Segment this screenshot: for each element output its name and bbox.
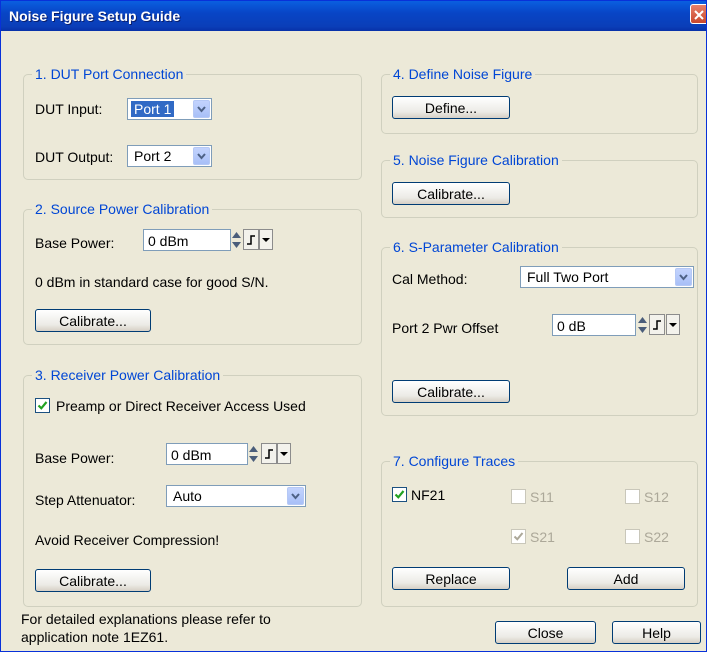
- dut-input-value: Port 1: [131, 101, 175, 117]
- spin-updown-icon[interactable]: [231, 230, 242, 250]
- pwr-offset-value: 0 dB: [557, 318, 586, 334]
- s-parameter-calibrate-button[interactable]: Calibrate...: [392, 380, 510, 403]
- dropdown-button[interactable]: [287, 487, 304, 505]
- dut-output-select[interactable]: Port 2: [127, 145, 212, 167]
- trace-nf21-label[interactable]: NF21: [411, 487, 445, 503]
- checkmark-icon: [513, 532, 524, 541]
- dut-input-select[interactable]: Port 1: [127, 98, 212, 120]
- trace-s21-checkbox[interactable]: [511, 529, 526, 544]
- trace-s22-label[interactable]: S22: [644, 529, 669, 545]
- step-dropdown-button[interactable]: [259, 229, 273, 250]
- step-button[interactable]: [649, 314, 665, 335]
- group-title: 5. Noise Figure Calibration: [390, 152, 562, 168]
- pwr-offset-spinbox[interactable]: 0 dB: [552, 314, 695, 336]
- step-dropdown-button[interactable]: [277, 443, 291, 464]
- receiver-calibrate-button[interactable]: Calibrate...: [35, 569, 151, 592]
- receiver-base-power-field[interactable]: 0 dBm: [166, 443, 248, 465]
- define-button[interactable]: Define...: [392, 96, 510, 119]
- title-bar: Noise Figure Setup Guide: [1, 1, 706, 31]
- trace-s12-checkbox[interactable]: [625, 489, 640, 504]
- chevron-down-icon: [197, 153, 206, 160]
- spin-updown-icon[interactable]: [248, 444, 259, 464]
- source-calibrate-button[interactable]: Calibrate...: [35, 309, 151, 332]
- step-attenuator-select[interactable]: Auto: [166, 485, 306, 507]
- step-attenuator-value: Auto: [173, 488, 202, 504]
- cal-method-select[interactable]: Full Two Port: [520, 266, 694, 288]
- cal-method-value: Full Two Port: [527, 269, 609, 285]
- pwr-offset-field[interactable]: 0 dB: [552, 314, 636, 336]
- group-title: 6. S-Parameter Calibration: [390, 239, 562, 255]
- pwr-offset-label: Port 2 Pwr Offset: [392, 320, 499, 336]
- group-title: 1. DUT Port Connection: [32, 66, 187, 82]
- receiver-base-power-value: 0 dBm: [171, 447, 212, 463]
- checkmark-icon: [394, 490, 405, 499]
- step-icon: [247, 235, 255, 245]
- help-note-line2: application note 1EZ61.: [21, 629, 169, 645]
- dut-input-label: DUT Input:: [35, 101, 103, 117]
- receiver-base-power-label: Base Power:: [35, 450, 115, 466]
- source-base-power-field[interactable]: 0 dBm: [143, 229, 231, 251]
- trace-s12-label[interactable]: S12: [644, 489, 669, 505]
- receiver-base-power-spinbox[interactable]: 0 dBm: [166, 443, 306, 465]
- chevron-down-icon: [197, 106, 206, 113]
- close-button[interactable]: Close: [495, 621, 596, 644]
- chevron-down-icon: [262, 238, 270, 242]
- trace-s22-checkbox[interactable]: [625, 529, 640, 544]
- chevron-down-icon: [669, 323, 677, 327]
- checkmark-icon: [37, 401, 48, 410]
- step-icon: [653, 320, 661, 330]
- dut-output-label: DUT Output:: [35, 149, 114, 165]
- help-note-line1: For detailed explanations please refer t…: [21, 611, 271, 627]
- chevron-down-icon: [280, 452, 288, 456]
- receiver-compression-note: Avoid Receiver Compression!: [35, 532, 220, 548]
- window-title: Noise Figure Setup Guide: [9, 8, 181, 24]
- close-icon: [694, 10, 704, 20]
- trace-s11-checkbox[interactable]: [511, 489, 526, 504]
- dropdown-button[interactable]: [193, 147, 210, 165]
- setup-guide-window: Noise Figure Setup Guide 1. DUT Port Con…: [0, 0, 707, 652]
- dropdown-button[interactable]: [675, 268, 692, 286]
- step-button[interactable]: [243, 229, 259, 250]
- noise-figure-calibrate-button[interactable]: Calibrate...: [392, 182, 510, 205]
- dropdown-button[interactable]: [193, 100, 210, 118]
- dut-output-value: Port 2: [134, 148, 172, 164]
- step-dropdown-button[interactable]: [666, 314, 680, 335]
- source-base-power-label: Base Power:: [35, 235, 115, 251]
- close-window-button[interactable]: [690, 4, 706, 24]
- chevron-down-icon: [291, 493, 300, 500]
- source-power-note: 0 dBm in standard case for good S/N.: [35, 274, 269, 290]
- spin-updown-icon[interactable]: [637, 315, 648, 335]
- group-title: 7. Configure Traces: [390, 453, 519, 469]
- step-icon: [265, 449, 273, 459]
- preamp-checkbox[interactable]: [35, 398, 50, 413]
- group-title: 2. Source Power Calibration: [32, 201, 213, 217]
- step-attenuator-label: Step Attenuator:: [35, 492, 136, 508]
- trace-s11-label[interactable]: S11: [530, 489, 554, 505]
- replace-button[interactable]: Replace: [392, 567, 510, 590]
- trace-nf21-checkbox[interactable]: [392, 487, 407, 502]
- chevron-down-icon: [679, 274, 688, 281]
- add-button[interactable]: Add: [567, 567, 685, 590]
- preamp-label[interactable]: Preamp or Direct Receiver Access Used: [56, 398, 306, 414]
- group-title: 4. Define Noise Figure: [390, 66, 536, 82]
- source-base-power-spinbox[interactable]: 0 dBm: [143, 229, 273, 251]
- trace-s21-label[interactable]: S21: [530, 529, 555, 545]
- help-button[interactable]: Help: [612, 621, 701, 644]
- step-button[interactable]: [261, 443, 277, 464]
- group-title: 3. Receiver Power Calibration: [32, 367, 224, 383]
- cal-method-label: Cal Method:: [392, 271, 468, 287]
- source-base-power-value: 0 dBm: [148, 233, 189, 249]
